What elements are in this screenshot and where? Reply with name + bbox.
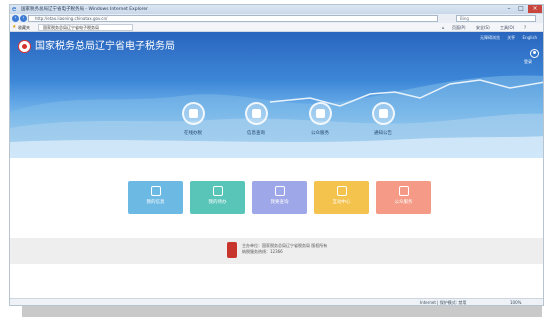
tile-public-service[interactable]: 公众服务 [376, 181, 431, 214]
safety-menu[interactable]: 安全(S) [476, 24, 490, 31]
maximize-button[interactable]: □ [515, 5, 527, 13]
status-bar: Internet | 保护模式: 禁用 100% [10, 298, 543, 305]
service-info-query[interactable]: 信息查询 [236, 102, 276, 137]
tile-query[interactable]: 我要查询 [252, 181, 307, 214]
window-title: 国家税务总局辽宁省电子税务局 - Windows Internet Explor… [21, 7, 149, 12]
web-page: 国家税务总局辽宁省电子税务局 无障碍浏览 关怀 English 登录 在线办税 … [10, 32, 543, 298]
tab-current[interactable]: 国家税务总局辽宁省电子税务局 [38, 24, 133, 31]
user-icon [150, 186, 161, 196]
quick-tiles: 我的信息 我的待办 我要查询 互动中心 公众服务 [10, 181, 543, 221]
page-shadow [22, 305, 542, 317]
minimize-button[interactable]: – [503, 5, 515, 13]
page-menu[interactable]: 页面(P) [452, 24, 466, 31]
tile-interaction[interactable]: 互动中心 [314, 181, 369, 214]
help-icon[interactable]: ? [524, 24, 526, 31]
favorites-star-icon[interactable]: ★ [12, 24, 16, 31]
address-input[interactable]: http://etax.liaoning.chinatax.gov.cn/ [28, 15, 438, 22]
title-bar: e 国家税务总局辽宁省电子税务局 - Windows Internet Expl… [10, 5, 543, 14]
service-label: 信息查询 [247, 131, 265, 136]
page-footer: 主办单位：国家税务总局辽宁省税务局 版权所有 纳税服务热线：12366 [10, 238, 543, 264]
favorites-button[interactable]: 收藏夹 [18, 24, 30, 31]
bell-icon [371, 102, 395, 125]
footer-emblem-icon [227, 242, 237, 258]
user-login-icon[interactable] [530, 49, 539, 58]
top-links: 无障碍浏览 关怀 English [474, 35, 537, 41]
favorites-bar: ★ 收藏夹 国家税务总局辽宁省电子税务局 ⌂ 页面(P) 安全(S) 工具(O)… [10, 23, 543, 32]
tile-label: 我要查询 [270, 200, 289, 205]
search-card-icon [244, 102, 268, 125]
close-button[interactable]: × [528, 5, 542, 13]
top-link-care[interactable]: 关怀 [507, 35, 515, 40]
zoom-level[interactable]: 100% [510, 300, 521, 305]
search-input[interactable]: Bing [456, 15, 536, 22]
search-doc-icon [274, 186, 285, 196]
tile-label: 互动中心 [332, 200, 351, 205]
top-link-accessibility[interactable]: 无障碍浏览 [480, 35, 500, 40]
footer-text: 主办单位：国家税务总局辽宁省税务局 版权所有 纳税服务热线：12366 [242, 243, 327, 255]
forward-arrow-icon[interactable]: › [20, 15, 27, 22]
tile-my-todo[interactable]: 我的待办 [190, 181, 245, 214]
service-online-tax[interactable]: 在线办税 [173, 102, 213, 137]
service-icon [398, 186, 409, 196]
hero-banner: 国家税务总局辽宁省电子税务局 无障碍浏览 关怀 English 登录 在线办税 … [10, 32, 543, 158]
service-label: 在线办税 [184, 131, 202, 136]
site-title: 国家税务总局辽宁省电子税务局 [35, 41, 175, 52]
tile-my-info[interactable]: 我的信息 [128, 181, 183, 214]
service-label: 通知公告 [374, 131, 392, 136]
tax-emblem-icon [18, 40, 31, 53]
ie-logo-icon: e [12, 5, 17, 13]
service-label: 公众服务 [311, 131, 329, 136]
grid-icon [308, 102, 332, 125]
login-label[interactable]: 登录 [524, 59, 532, 64]
tile-label: 我的信息 [146, 200, 165, 205]
back-arrow-icon[interactable]: ‹ [12, 15, 19, 22]
tools-menu[interactable]: 工具(O) [500, 24, 514, 31]
monitor-icon [212, 186, 223, 196]
home-icon[interactable]: ⌂ [442, 24, 445, 31]
browser-window: e 国家税务总局辽宁省电子税务局 - Windows Internet Expl… [9, 4, 544, 306]
service-public[interactable]: 公众服务 [300, 102, 340, 137]
service-notices[interactable]: 通知公告 [363, 102, 403, 137]
tile-label: 我的待办 [208, 200, 227, 205]
footer-line-2: 纳税服务热线：12366 [242, 249, 283, 254]
top-link-english[interactable]: English [523, 35, 537, 40]
status-zone: Internet | 保护模式: 禁用 [420, 300, 467, 305]
address-bar-row: ‹ › http://etax.liaoning.chinatax.gov.cn… [10, 14, 543, 23]
document-icon [181, 102, 205, 125]
chat-icon [336, 186, 347, 196]
tile-label: 公众服务 [394, 200, 413, 205]
